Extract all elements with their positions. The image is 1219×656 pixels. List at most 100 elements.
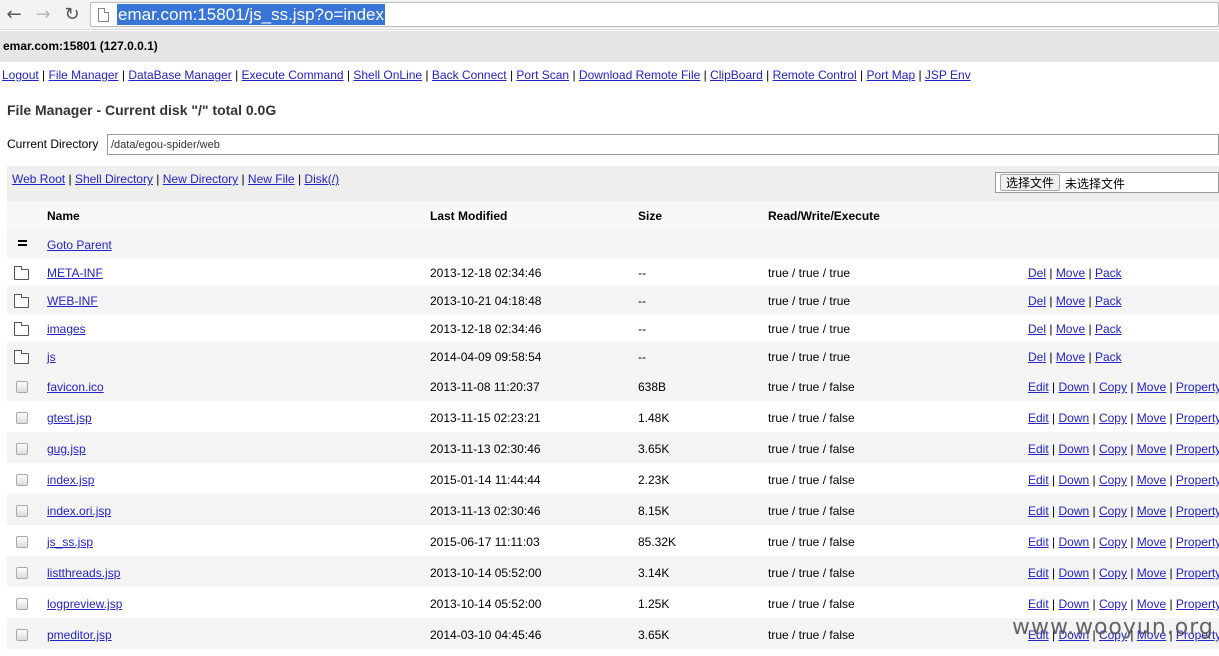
new-file-link[interactable]: New File xyxy=(248,172,295,186)
property-action-link[interactable]: Property xyxy=(1176,535,1219,549)
del-action-link[interactable]: Del xyxy=(1028,350,1046,364)
menu-file-manager[interactable]: File Manager xyxy=(49,68,119,82)
property-action-link[interactable]: Property xyxy=(1176,473,1219,487)
pack-action-link[interactable]: Pack xyxy=(1095,322,1122,336)
file-name-link[interactable]: listthreads.jsp xyxy=(47,566,120,580)
file-checkbox[interactable] xyxy=(16,505,28,517)
file-name-link[interactable]: favicon.ico xyxy=(47,380,104,394)
property-action-link[interactable]: Property xyxy=(1176,566,1219,580)
file-name-link[interactable]: pmeditor.jsp xyxy=(47,628,112,642)
move-action-link[interactable]: Move xyxy=(1137,442,1166,456)
file-checkbox[interactable] xyxy=(16,381,28,393)
move-action-link[interactable]: Move xyxy=(1056,294,1085,308)
file-name-link[interactable]: js_ss.jsp xyxy=(47,535,93,549)
move-action-link[interactable]: Move xyxy=(1137,535,1166,549)
file-upload-input[interactable]: 选择文件 未选择文件 xyxy=(995,172,1219,193)
folder-name-link[interactable]: js xyxy=(47,350,56,364)
del-action-link[interactable]: Del xyxy=(1028,266,1046,280)
menu-shell-online[interactable]: Shell OnLine xyxy=(353,68,422,82)
folder-name-link[interactable]: META-INF xyxy=(47,266,103,280)
edit-action-link[interactable]: Edit xyxy=(1028,566,1049,580)
copy-action-link[interactable]: Copy xyxy=(1099,473,1127,487)
property-action-link[interactable]: Property xyxy=(1176,411,1219,425)
copy-action-link[interactable]: Copy xyxy=(1099,380,1127,394)
menu-jsp-env[interactable]: JSP Env xyxy=(925,68,971,82)
file-name-link[interactable]: logpreview.jsp xyxy=(47,597,122,611)
menu-remote-control[interactable]: Remote Control xyxy=(773,68,857,82)
back-arrow-icon[interactable]: ← xyxy=(4,5,24,25)
web-root-link[interactable]: Web Root xyxy=(12,172,65,186)
down-action-link[interactable]: Down xyxy=(1058,597,1089,611)
forward-arrow-icon[interactable]: → xyxy=(33,5,53,25)
file-checkbox[interactable] xyxy=(16,443,28,455)
menu-clipboard[interactable]: ClipBoard xyxy=(710,68,763,82)
down-action-link[interactable]: Down xyxy=(1058,566,1089,580)
edit-action-link[interactable]: Edit xyxy=(1028,473,1049,487)
file-checkbox[interactable] xyxy=(16,567,28,579)
down-action-link[interactable]: Down xyxy=(1058,535,1089,549)
file-checkbox[interactable] xyxy=(16,536,28,548)
disk-link[interactable]: Disk(/) xyxy=(304,172,339,186)
move-action-link[interactable]: Move xyxy=(1137,566,1166,580)
property-action-link[interactable]: Property xyxy=(1176,597,1219,611)
down-action-link[interactable]: Down xyxy=(1058,473,1089,487)
edit-action-link[interactable]: Edit xyxy=(1028,535,1049,549)
file-checkbox[interactable] xyxy=(16,629,28,641)
del-action-link[interactable]: Del xyxy=(1028,294,1046,308)
url-text[interactable]: emar.com:15801/js_ss.jsp?o=index xyxy=(117,4,386,25)
folder-name-link[interactable]: WEB-INF xyxy=(47,294,98,308)
move-action-link[interactable]: Move xyxy=(1137,473,1166,487)
file-checkbox[interactable] xyxy=(16,412,28,424)
property-action-link[interactable]: Property xyxy=(1176,442,1219,456)
copy-action-link[interactable]: Copy xyxy=(1099,535,1127,549)
property-action-link[interactable]: Property xyxy=(1176,504,1219,518)
menu-port-map[interactable]: Port Map xyxy=(866,68,915,82)
move-action-link[interactable]: Move xyxy=(1137,411,1166,425)
copy-action-link[interactable]: Copy xyxy=(1099,442,1127,456)
move-action-link[interactable]: Move xyxy=(1137,597,1166,611)
pack-action-link[interactable]: Pack xyxy=(1095,294,1122,308)
move-action-link[interactable]: Move xyxy=(1056,266,1085,280)
menu-download-remote-file[interactable]: Download Remote File xyxy=(579,68,700,82)
menu-logout[interactable]: Logout xyxy=(2,68,39,82)
file-name-link[interactable]: index.ori.jsp xyxy=(47,504,111,518)
edit-action-link[interactable]: Edit xyxy=(1028,442,1049,456)
address-bar[interactable]: emar.com:15801/js_ss.jsp?o=index xyxy=(90,2,1219,27)
move-action-link[interactable]: Move xyxy=(1137,380,1166,394)
move-action-link[interactable]: Move xyxy=(1056,322,1085,336)
edit-action-link[interactable]: Edit xyxy=(1028,411,1049,425)
down-action-link[interactable]: Down xyxy=(1058,380,1089,394)
move-action-link[interactable]: Move xyxy=(1137,504,1166,518)
file-checkbox[interactable] xyxy=(16,474,28,486)
copy-action-link[interactable]: Copy xyxy=(1099,597,1127,611)
file-name-link[interactable]: index.jsp xyxy=(47,473,94,487)
pack-action-link[interactable]: Pack xyxy=(1095,266,1122,280)
reload-icon[interactable]: ↻ xyxy=(62,5,82,25)
menu-database-manager[interactable]: DataBase Manager xyxy=(128,68,231,82)
file-name-link[interactable]: gtest.jsp xyxy=(47,411,92,425)
edit-action-link[interactable]: Edit xyxy=(1028,504,1049,518)
file-name-link[interactable]: gug.jsp xyxy=(47,442,86,456)
menu-back-connect[interactable]: Back Connect xyxy=(432,68,507,82)
down-action-link[interactable]: Down xyxy=(1058,504,1089,518)
move-action-link[interactable]: Move xyxy=(1056,350,1085,364)
property-action-link[interactable]: Property xyxy=(1176,380,1219,394)
choose-file-button[interactable]: 选择文件 xyxy=(1000,174,1061,191)
del-action-link[interactable]: Del xyxy=(1028,322,1046,336)
copy-action-link[interactable]: Copy xyxy=(1099,411,1127,425)
folder-name-link[interactable]: images xyxy=(47,322,86,336)
file-checkbox[interactable] xyxy=(16,598,28,610)
down-action-link[interactable]: Down xyxy=(1058,411,1089,425)
down-action-link[interactable]: Down xyxy=(1058,442,1089,456)
copy-action-link[interactable]: Copy xyxy=(1099,504,1127,518)
goto-parent-link[interactable]: Goto Parent xyxy=(47,238,112,252)
menu-port-scan[interactable]: Port Scan xyxy=(516,68,569,82)
shell-directory-link[interactable]: Shell Directory xyxy=(75,172,153,186)
new-directory-link[interactable]: New Directory xyxy=(163,172,238,186)
menu-execute-command[interactable]: Execute Command xyxy=(242,68,344,82)
edit-action-link[interactable]: Edit xyxy=(1028,380,1049,394)
pack-action-link[interactable]: Pack xyxy=(1095,350,1122,364)
edit-action-link[interactable]: Edit xyxy=(1028,597,1049,611)
current-directory-input[interactable] xyxy=(107,134,1219,155)
copy-action-link[interactable]: Copy xyxy=(1099,566,1127,580)
